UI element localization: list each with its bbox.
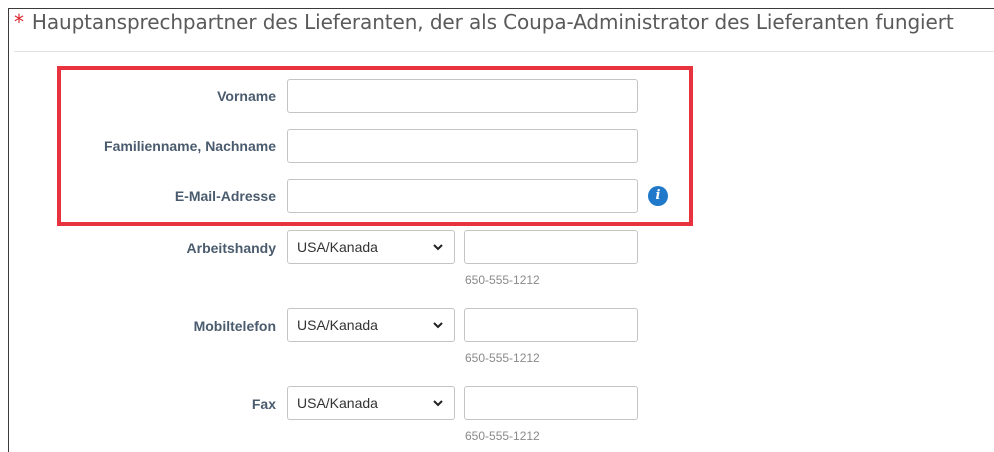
email-label: E-Mail-Adresse (174, 188, 276, 204)
section-divider (14, 51, 994, 52)
chevron-down-icon (433, 400, 443, 407)
mobile-phone-country-select[interactable]: USA/Kanada (287, 308, 455, 342)
email-input[interactable] (287, 179, 638, 213)
last-name-input[interactable] (287, 129, 638, 163)
fax-label: Fax (251, 396, 276, 412)
work-phone-country-select[interactable]: USA/Kanada (287, 230, 455, 264)
chevron-down-icon (433, 244, 443, 251)
info-icon[interactable]: i (648, 186, 668, 206)
section-title: * Hauptansprechpartner des Lieferanten, d… (14, 10, 954, 34)
mobile-phone-input[interactable] (464, 308, 638, 342)
work-phone-hint: 650-555-1212 (465, 273, 540, 287)
work-phone-label: Arbeitshandy (186, 240, 276, 256)
required-marker: * (14, 10, 24, 34)
fax-country-select[interactable]: USA/Kanada (287, 386, 455, 420)
mobile-phone-country-value: USA/Kanada (297, 317, 378, 333)
work-phone-country-value: USA/Kanada (297, 239, 378, 255)
fax-hint: 650-555-1212 (465, 429, 540, 443)
chevron-down-icon (433, 322, 443, 329)
first-name-input[interactable] (287, 79, 638, 113)
fax-country-value: USA/Kanada (297, 395, 378, 411)
mobile-phone-label: Mobiltelefon (193, 318, 276, 334)
mobile-phone-hint: 650-555-1212 (465, 351, 540, 365)
last-name-label: Familienname, Nachname (104, 138, 276, 154)
first-name-label: Vorname (217, 88, 276, 104)
work-phone-input[interactable] (464, 230, 638, 264)
fax-input[interactable] (464, 386, 638, 420)
section-title-text: Hauptansprechpartner des Lieferanten, de… (31, 10, 954, 34)
